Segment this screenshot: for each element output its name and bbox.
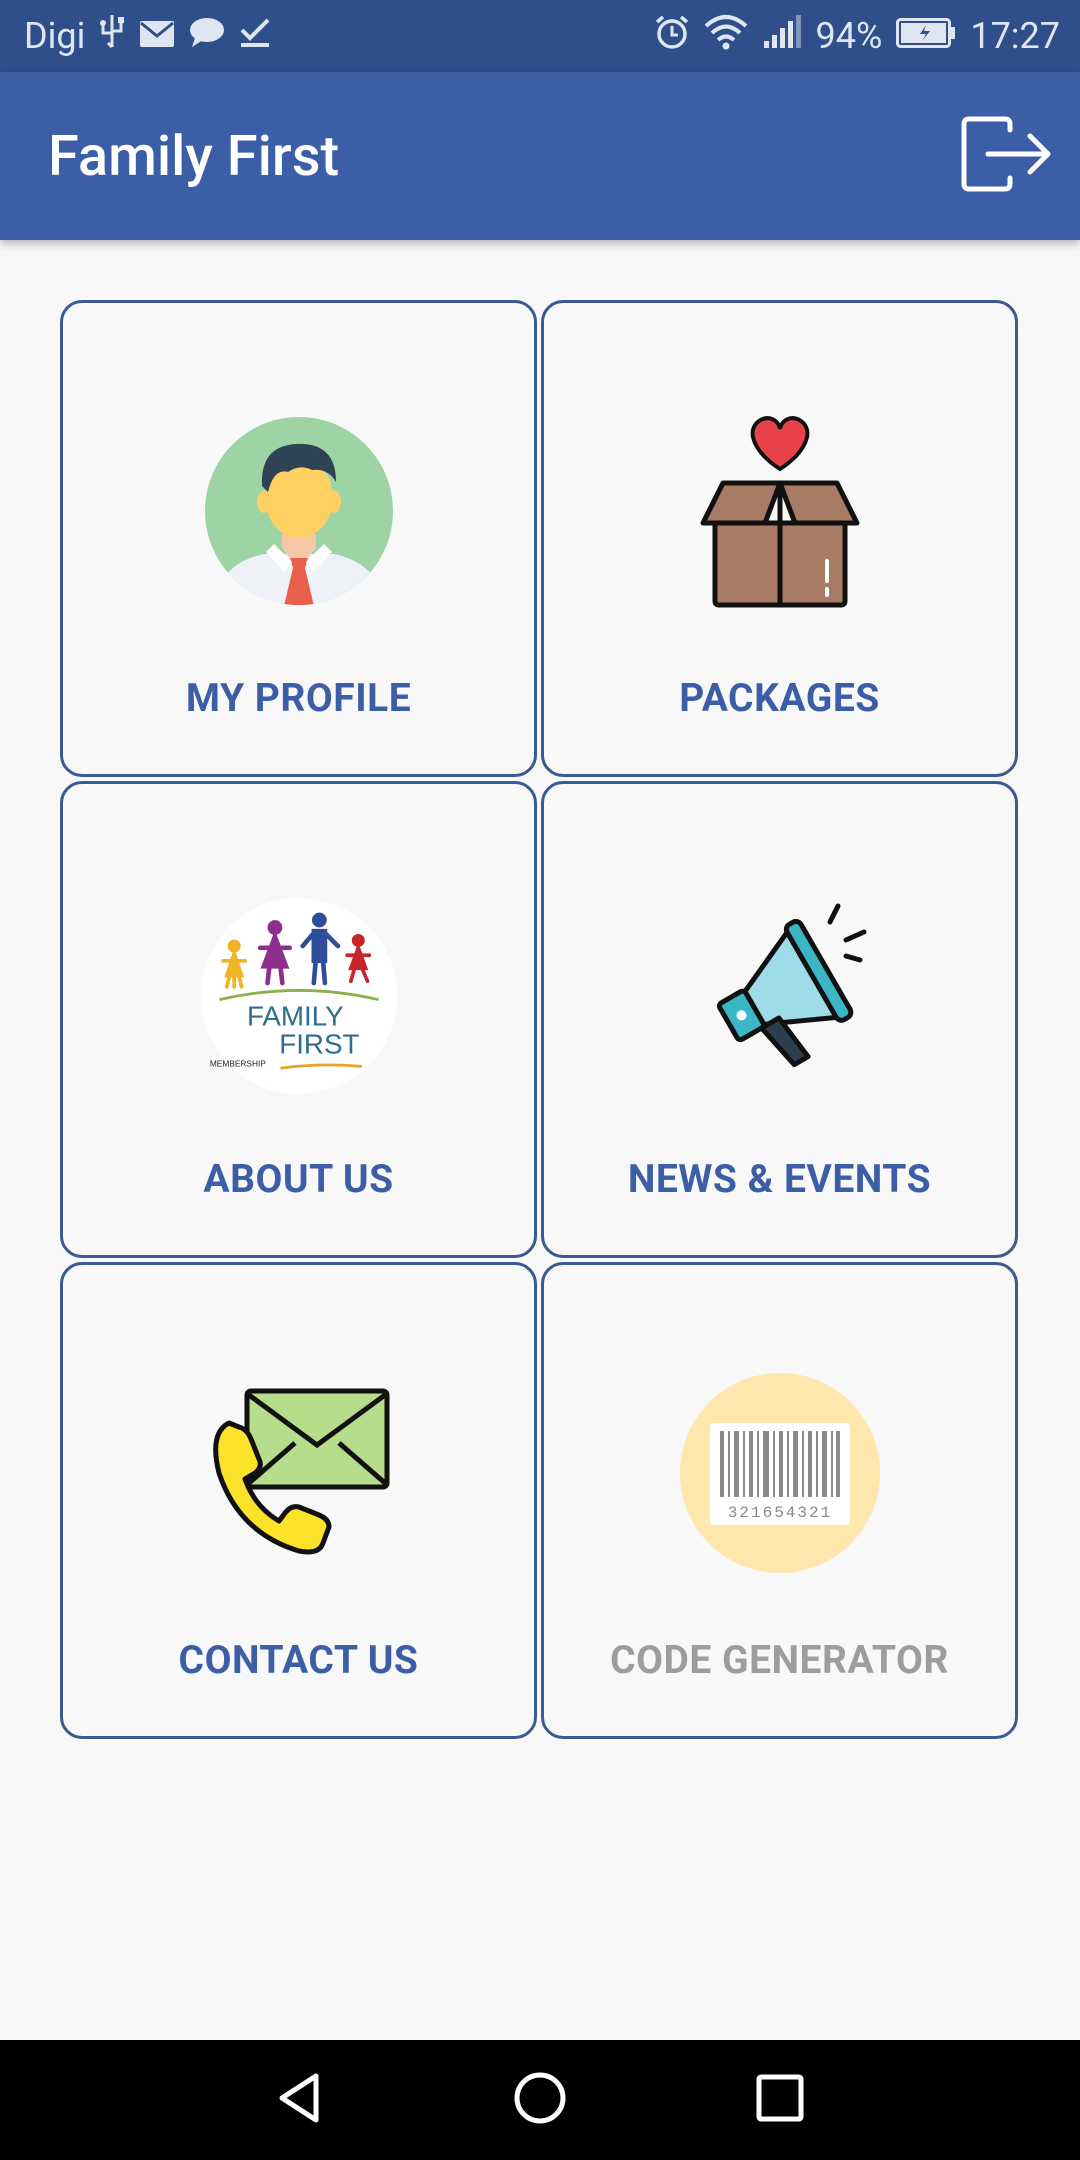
tile-label: NEWS & EVENTS bbox=[627, 1156, 932, 1202]
svg-text:MEMBERSHIP: MEMBERSHIP bbox=[209, 1058, 265, 1068]
family-first-logo: FAMILY FIRST MEMBERSHIP bbox=[199, 892, 399, 1095]
recents-icon bbox=[752, 2070, 808, 2130]
battery-percent: 94% bbox=[815, 15, 883, 57]
megaphone-icon bbox=[680, 892, 880, 1092]
svg-text:FAMILY: FAMILY bbox=[246, 1001, 343, 1032]
tile-label: CODE GENERATOR bbox=[610, 1637, 949, 1683]
gift-box-heart-icon bbox=[680, 411, 880, 611]
phone-envelope-icon bbox=[199, 1373, 399, 1573]
home-button[interactable] bbox=[500, 2060, 580, 2140]
alarm-icon bbox=[654, 14, 690, 59]
app-title: Family First bbox=[48, 123, 340, 189]
back-icon bbox=[272, 2070, 328, 2130]
wifi-icon bbox=[704, 14, 748, 59]
tile-news-events[interactable]: NEWS & EVENTS bbox=[541, 781, 1018, 1258]
tile-label: PACKAGES bbox=[679, 675, 880, 721]
tile-code-generator[interactable]: 321654321 CODE GENERATOR bbox=[541, 1262, 1018, 1739]
back-button[interactable] bbox=[260, 2060, 340, 2140]
navigation-bar bbox=[0, 2040, 1080, 2160]
chat-icon bbox=[189, 15, 225, 57]
check-icon bbox=[239, 15, 271, 57]
battery-icon bbox=[896, 15, 956, 57]
tile-label: CONTACT US bbox=[178, 1637, 419, 1683]
app-bar: Family First bbox=[0, 72, 1080, 240]
menu-grid: MY PROFILE PACKAGES FAMILY FIRST MEMBERS… bbox=[60, 300, 1020, 1739]
tile-label: ABOUT US bbox=[203, 1156, 394, 1202]
svg-text:321654321: 321654321 bbox=[727, 1504, 831, 1522]
carrier-name: Digi bbox=[24, 15, 86, 57]
logout-icon bbox=[960, 116, 1056, 196]
status-bar: Digi 94% 17:27 bbox=[0, 0, 1080, 72]
profile-avatar-icon bbox=[199, 411, 399, 611]
tile-label: MY PROFILE bbox=[185, 675, 412, 721]
tile-about-us[interactable]: FAMILY FIRST MEMBERSHIP ABOUT US bbox=[60, 781, 537, 1258]
usb-icon bbox=[99, 13, 125, 60]
clock-time: 17:27 bbox=[970, 15, 1060, 57]
tile-contact-us[interactable]: CONTACT US bbox=[60, 1262, 537, 1739]
tile-my-profile[interactable]: MY PROFILE bbox=[60, 300, 537, 777]
mail-icon bbox=[139, 15, 175, 57]
signal-icon bbox=[762, 14, 802, 58]
barcode-icon: 321654321 bbox=[679, 1373, 880, 1573]
tile-packages[interactable]: PACKAGES bbox=[541, 300, 1018, 777]
recents-button[interactable] bbox=[740, 2060, 820, 2140]
svg-text:FIRST: FIRST bbox=[279, 1028, 359, 1059]
home-icon bbox=[512, 2070, 568, 2130]
logout-button[interactable] bbox=[960, 112, 1056, 200]
